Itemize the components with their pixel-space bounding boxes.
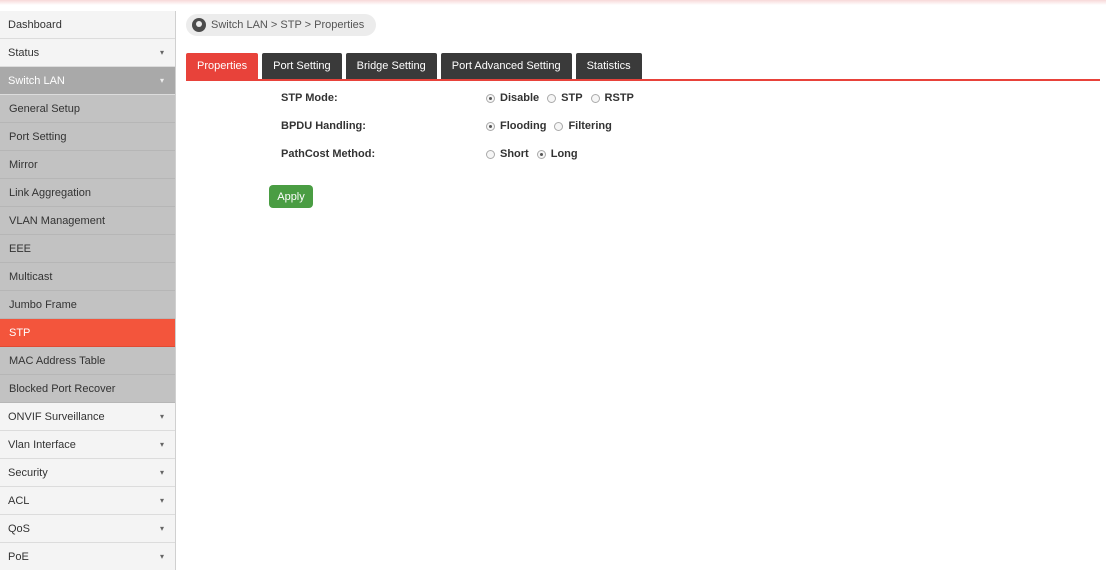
- sidebar-item-label: ACL: [8, 494, 30, 507]
- sidebar-item-label: Security: [8, 466, 48, 479]
- pathcost-method-label: PathCost Method:: [281, 148, 376, 160]
- tab-bridge-setting[interactable]: Bridge Setting: [345, 53, 437, 79]
- sidebar-subitem-general-setup[interactable]: General Setup: [0, 95, 175, 123]
- chevron-down-icon: ▾: [159, 552, 164, 561]
- sidebar-subitem-jumbo-frame[interactable]: Jumbo Frame: [0, 291, 175, 319]
- sidebar-item-vlan-interface[interactable]: Vlan Interface ▾: [0, 431, 175, 459]
- breadcrumb: Switch LAN > STP > Properties: [186, 14, 377, 36]
- tab-bar: Properties Port Setting Bridge Setting P…: [186, 53, 642, 79]
- sidebar-subitem-vlan-management[interactable]: VLAN Management: [0, 207, 175, 235]
- sidebar-subitem-label: STP: [9, 326, 31, 339]
- sidebar-item-security[interactable]: Security ▾: [0, 459, 175, 487]
- chevron-down-icon: ▾: [159, 412, 164, 421]
- sidebar-item-poe[interactable]: PoE ▾: [0, 543, 175, 570]
- stp-mode-radio-group: Disable STP RSTP: [486, 92, 634, 104]
- sidebar-subitem-label: Mirror: [9, 158, 38, 171]
- tab-port-advanced-setting[interactable]: Port Advanced Setting: [440, 53, 572, 79]
- chevron-down-icon: ▾: [159, 468, 164, 477]
- tab-underline: [186, 79, 1100, 81]
- radio-selected-icon[interactable]: [486, 121, 495, 131]
- sidebar-subitem-label: Blocked Port Recover: [9, 382, 116, 395]
- sidebar-subitem-label: Port Setting: [9, 130, 67, 143]
- chevron-down-icon: ▾: [159, 440, 164, 449]
- radio-label: Short: [500, 148, 529, 160]
- sidebar-subitem-multicast[interactable]: Multicast: [0, 263, 175, 291]
- radio-unselected-icon[interactable]: [486, 149, 495, 159]
- sidebar-subitem-label: MAC Address Table: [9, 354, 106, 367]
- radio-label: RSTP: [604, 92, 634, 104]
- bpdu-handling-radio-group: Flooding Filtering: [486, 120, 612, 132]
- location-pin-icon: [192, 18, 206, 32]
- sidebar-item-label: Vlan Interface: [8, 438, 76, 451]
- sidebar-subitem-link-aggregation[interactable]: Link Aggregation: [0, 179, 175, 207]
- sidebar-item-acl[interactable]: ACL ▾: [0, 487, 175, 515]
- tab-properties[interactable]: Properties: [186, 53, 259, 79]
- bpdu-filtering-radio[interactable]: Filtering: [554, 120, 612, 132]
- tab-port-setting[interactable]: Port Setting: [262, 53, 342, 79]
- sidebar-subitem-mirror[interactable]: Mirror: [0, 151, 175, 179]
- sidebar-subitem-label: General Setup: [9, 102, 80, 115]
- sidebar-subitem-label: Multicast: [9, 270, 53, 283]
- bpdu-handling-label: BPDU Handling:: [281, 120, 366, 132]
- sidebar-subitem-label: VLAN Management: [9, 214, 105, 227]
- tab-statistics[interactable]: Statistics: [575, 53, 642, 79]
- sidebar-item-label: Dashboard: [8, 18, 62, 31]
- sidebar-item-label: Status: [8, 46, 40, 59]
- breadcrumb-text: Switch LAN > STP > Properties: [211, 19, 365, 31]
- pathcost-method-radio-group: Short Long: [486, 148, 578, 160]
- radio-unselected-icon[interactable]: [547, 93, 557, 103]
- sidebar-item-label: QoS: [8, 522, 31, 535]
- sidebar-item-onvif-surveillance[interactable]: ONVIF Surveillance ▾: [0, 403, 175, 431]
- sidebar-item-switch-lan[interactable]: Switch LAN ▾: [0, 67, 175, 95]
- radio-label: Disable: [500, 92, 540, 104]
- pathcost-long-radio[interactable]: Long: [536, 148, 578, 160]
- radio-selected-icon[interactable]: [536, 149, 546, 159]
- radio-label: Filtering: [568, 120, 612, 132]
- stp-mode-row: STP Mode: Disable STP RSTP: [281, 90, 634, 106]
- radio-unselected-icon[interactable]: [590, 93, 600, 103]
- bpdu-flooding-radio[interactable]: Flooding: [486, 120, 546, 132]
- chevron-down-icon: ▾: [159, 76, 164, 85]
- pathcost-short-radio[interactable]: Short: [486, 148, 529, 160]
- top-accent-line: [0, 0, 1106, 5]
- sidebar-item-label: ONVIF Surveillance: [8, 410, 105, 423]
- sidebar-item-status[interactable]: Status ▾: [0, 39, 175, 67]
- radio-selected-icon[interactable]: [486, 93, 495, 103]
- sidebar-item-qos[interactable]: QoS ▾: [0, 515, 175, 543]
- chevron-down-icon: ▾: [159, 496, 164, 505]
- apply-button[interactable]: Apply: [269, 185, 313, 208]
- stp-mode-disable-radio[interactable]: Disable: [486, 92, 539, 104]
- sidebar-subitem-label: EEE: [9, 242, 32, 255]
- stp-mode-label: STP Mode:: [281, 92, 338, 104]
- sidebar-subitem-label: Link Aggregation: [9, 186, 91, 199]
- sidebar-subitem-eee[interactable]: EEE: [0, 235, 175, 263]
- bpdu-handling-row: BPDU Handling: Flooding Filtering: [281, 118, 612, 134]
- sidebar-item-label: Switch LAN: [8, 74, 65, 87]
- sidebar-menu: Dashboard Status ▾ Switch LAN ▾ General …: [0, 11, 176, 570]
- chevron-down-icon: ▾: [159, 48, 164, 57]
- sidebar-item-dashboard[interactable]: Dashboard: [0, 11, 175, 39]
- radio-label: STP: [561, 92, 583, 104]
- radio-unselected-icon[interactable]: [554, 121, 564, 131]
- sidebar-item-label: PoE: [8, 550, 29, 563]
- stp-mode-rstp-radio[interactable]: RSTP: [590, 92, 634, 104]
- sidebar-subitem-port-setting[interactable]: Port Setting: [0, 123, 175, 151]
- pathcost-method-row: PathCost Method: Short Long: [281, 146, 578, 162]
- sidebar-subitem-stp[interactable]: STP: [0, 319, 175, 347]
- sidebar-subitem-label: Jumbo Frame: [9, 298, 77, 311]
- radio-label: Long: [550, 148, 578, 160]
- sidebar-subitem-mac-address-table[interactable]: MAC Address Table: [0, 347, 175, 375]
- chevron-down-icon: ▾: [159, 524, 164, 533]
- radio-label: Flooding: [500, 120, 547, 132]
- stp-mode-stp-radio[interactable]: STP: [547, 92, 583, 104]
- sidebar-subitem-blocked-port-recover[interactable]: Blocked Port Recover: [0, 375, 175, 403]
